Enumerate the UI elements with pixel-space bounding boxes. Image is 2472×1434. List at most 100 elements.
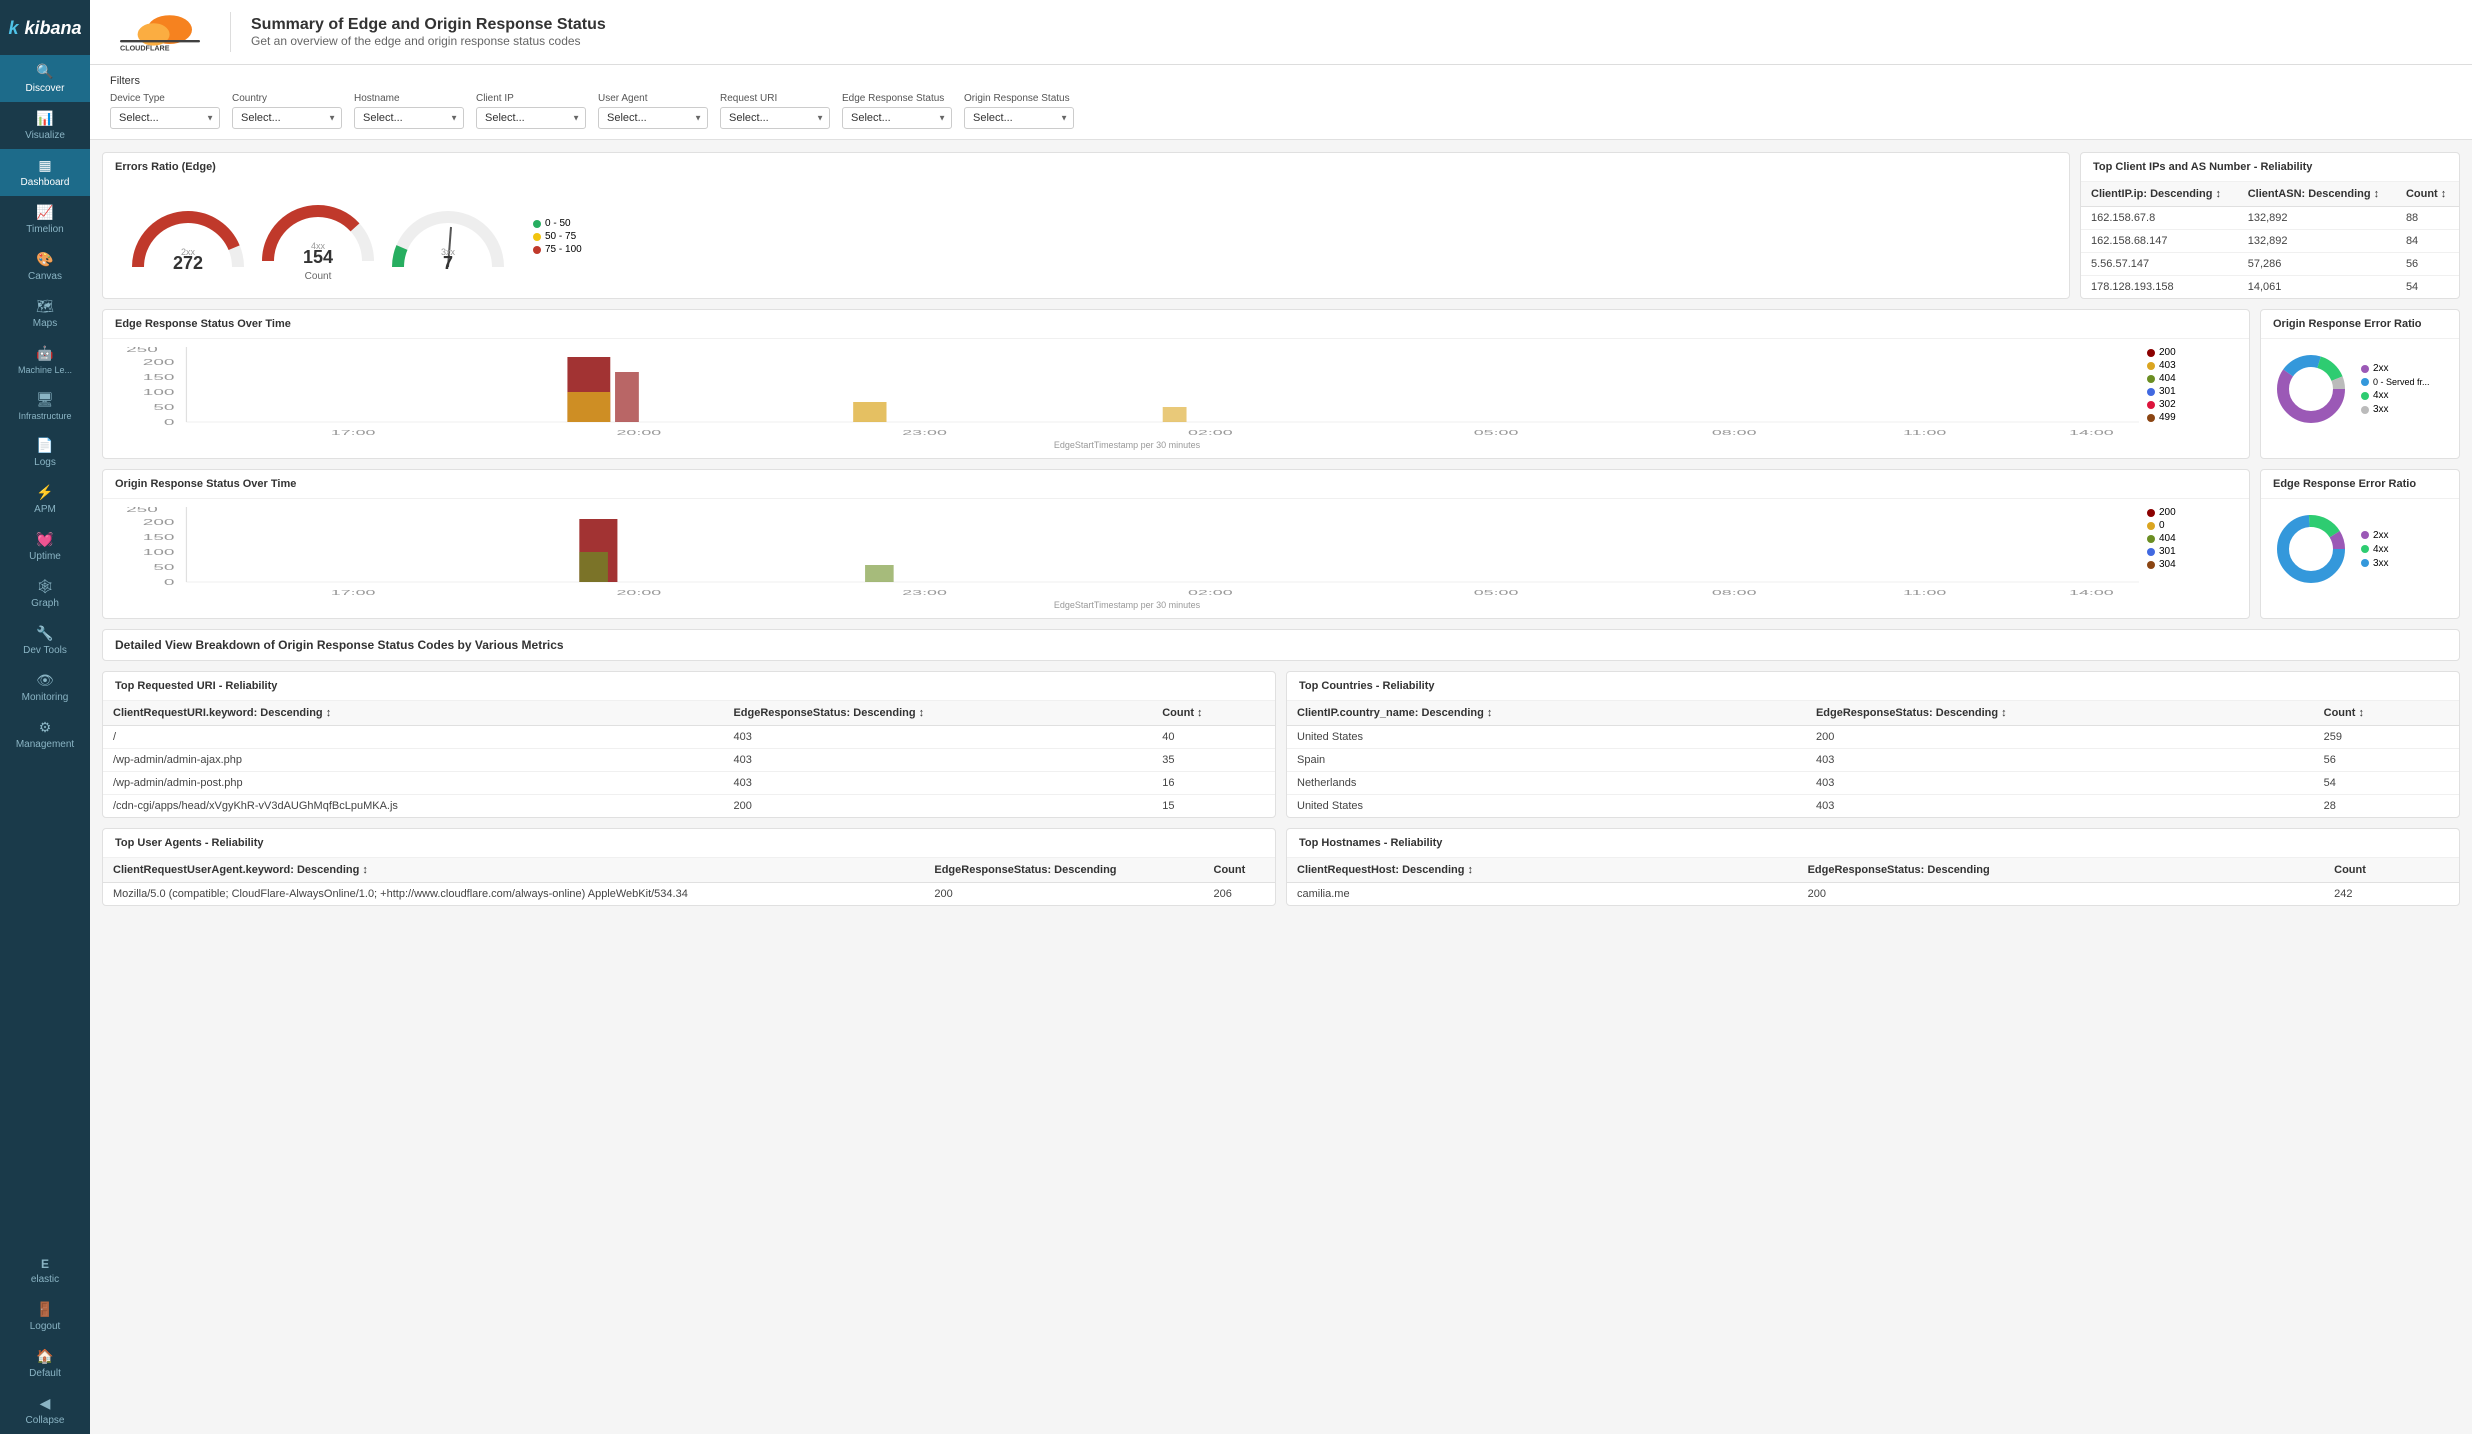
table-cell: 403 [1806,749,2314,772]
detailed-view-title: Detailed View Breakdown of Origin Respon… [103,630,2459,660]
origin-status-chart: 0 50 100 150 200 250 [115,507,2139,597]
sidebar-item-discover[interactable]: 🔍 Discover [0,55,90,102]
legend-304-origin: 304 [2147,559,2237,570]
sidebar-item-visualize[interactable]: 📊 Visualize [0,102,90,149]
sidebar-item-apm[interactable]: ⚡ APM [0,476,90,523]
table-cell: 200 [1806,726,2314,749]
sidebar-item-infrastructure[interactable]: 🖥 Infrastructure [0,383,90,429]
maps-icon: 🗺 [36,298,54,315]
table-cell: 200 [924,883,1203,906]
sidebar-label-apm: APM [34,504,56,515]
filter-select-edge-response[interactable]: Select... [842,107,952,129]
top-uri-panel: Top Requested URI - Reliability ClientRe… [102,671,1276,818]
sidebar-item-dashboard[interactable]: ▦ Dashboard [0,149,90,196]
sidebar-item-devtools[interactable]: 🔧 Dev Tools [0,617,90,664]
th-uri: ClientRequestURI.keyword: Descending ↕ [103,701,723,726]
sidebar-item-maps[interactable]: 🗺 Maps [0,290,90,337]
filter-select-hostname[interactable]: Select... [354,107,464,129]
sidebar-label-dashboard: Dashboard [21,177,70,188]
top-hostnames-tbody: camilia.me200242 [1287,883,2459,906]
client-ips-tbody: 162.158.67.8132,89288162.158.68.147132,8… [2081,207,2459,299]
table-row: United States40328 [1287,795,2459,818]
sidebar-label-uptime: Uptime [29,551,61,562]
legend-50-75: 50 - 75 [533,231,582,242]
svg-text:05:00: 05:00 [1474,428,1519,436]
filter-edge-response: Edge Response Status Select... [842,93,952,129]
table-cell: 14,061 [2238,276,2396,299]
filter-select-country[interactable]: Select... [232,107,342,129]
legend-302: 302 [2147,399,2237,410]
legend-404-origin: 404 [2147,533,2237,544]
svg-text:200: 200 [143,358,175,367]
th-count-hostname: Count [2324,858,2459,883]
filter-select-user-agent[interactable]: Select... [598,107,708,129]
sidebar-item-logs[interactable]: 📄 Logs [0,429,90,476]
filter-select-client-ip[interactable]: Select... [476,107,586,129]
sidebar-item-management[interactable]: ⚙ Management [0,711,90,758]
table-row: /wp-admin/admin-post.php40316 [103,772,1275,795]
filter-select-origin-response[interactable]: Select... [964,107,1074,129]
filter-select-request-uri[interactable]: Select... [720,107,830,129]
table-cell: 16 [1152,772,1275,795]
svg-text:50: 50 [153,563,174,572]
top-client-ips-panel: Top Client IPs and AS Number - Reliabili… [2080,152,2460,299]
top-uri-title: Top Requested URI - Reliability [103,672,1275,701]
table-cell: 242 [2324,883,2459,906]
origin-chart-area: 0 50 100 150 200 250 [115,507,2139,610]
svg-text:11:00: 11:00 [1903,428,1947,436]
gauge-4xx-sublabel: Count [305,271,332,282]
table-cell: Spain [1287,749,1806,772]
edge-chart-area: 0 50 100 150 200 250 [115,347,2139,450]
edge-donut-legend: 2xx 4xx 3xx [2361,530,2389,569]
svg-text:150: 150 [143,533,175,542]
sidebar-label-canvas: Canvas [28,271,62,282]
detailed-view-header: Detailed View Breakdown of Origin Respon… [102,629,2460,661]
table-cell: Netherlands [1287,772,1806,795]
default-icon: 🏠 [36,1348,53,1365]
sidebar-item-default[interactable]: 🏠 Default [0,1340,90,1387]
svg-text:11:00: 11:00 [1903,588,1947,596]
errors-ratio-title: Errors Ratio (Edge) [103,153,2069,181]
sidebar-item-collapse[interactable]: ◀ Collapse [0,1387,90,1434]
sidebar-item-ml[interactable]: 🤖 Machine Le... [0,337,90,383]
filter-country: Country Select... [232,93,342,129]
edge-status-chart: 0 50 100 150 200 250 [115,347,2139,437]
sidebar-item-monitoring[interactable]: 👁 Monitoring [0,664,90,711]
filter-label-country: Country [232,93,342,104]
table-cell: Mozilla/5.0 (compatible; CloudFlare-Alwa… [103,883,924,906]
filter-user-agent: User Agent Select... [598,93,708,129]
table-row: /40340 [103,726,1275,749]
filter-hostname: Hostname Select... [354,93,464,129]
sidebar-item-logout[interactable]: 🚪 Logout [0,1293,90,1340]
top-hostnames-title: Top Hostnames - Reliability [1287,829,2459,858]
svg-text:50: 50 [153,403,174,412]
legend-2xx-edge: 2xx [2361,530,2389,541]
sidebar-label-timelion: Timelion [26,224,63,235]
top-countries-tbody: United States200259Spain40356Netherlands… [1287,726,2459,818]
svg-text:23:00: 23:00 [902,588,947,596]
origin-error-ratio-panel: Origin Response Error Ratio 2xx 0 - Serv… [2260,309,2460,459]
sidebar-item-graph[interactable]: 🕸 Graph [0,570,90,617]
table-cell: United States [1287,726,1806,749]
sidebar-item-uptime[interactable]: 💓 Uptime [0,523,90,570]
origin-donut-legend: 2xx 0 - Served fr... 4xx 3xx [2361,363,2430,415]
th-ua: ClientRequestUserAgent.keyword: Descendi… [103,858,924,883]
svg-text:154: 154 [303,247,333,267]
sidebar-label-graph: Graph [31,598,59,609]
svg-text:100: 100 [143,388,175,397]
edge-chart-x-label: EdgeStartTimestamp per 30 minutes [115,440,2139,450]
sidebar-label-default: Default [29,1368,61,1379]
sidebar-item-timelion[interactable]: 📈 Timelion [0,196,90,243]
sidebar-item-elastic[interactable]: E elastic [0,1249,90,1293]
sidebar-item-canvas[interactable]: 🎨 Canvas [0,243,90,290]
canvas-icon: 🎨 [36,251,53,268]
table-row: /cdn-cgi/apps/head/xVgyKhR-vV3dAUGhMqfBc… [103,795,1275,818]
table-cell: 403 [723,772,1152,795]
gauge-3xx: 3xx 7 [383,197,513,277]
th-client-asn: ClientASN: Descending ↕ [2238,182,2396,207]
table-cell: /cdn-cgi/apps/head/xVgyKhR-vV3dAUGhMqfBc… [103,795,723,818]
filter-select-device[interactable]: Select... [110,107,220,129]
origin-donut-content: 2xx 0 - Served fr... 4xx 3xx [2261,339,2459,439]
sidebar-label-maps: Maps [33,318,57,329]
edge-error-ratio-panel: Edge Response Error Ratio 2xx 4xx 3xx [2260,469,2460,619]
